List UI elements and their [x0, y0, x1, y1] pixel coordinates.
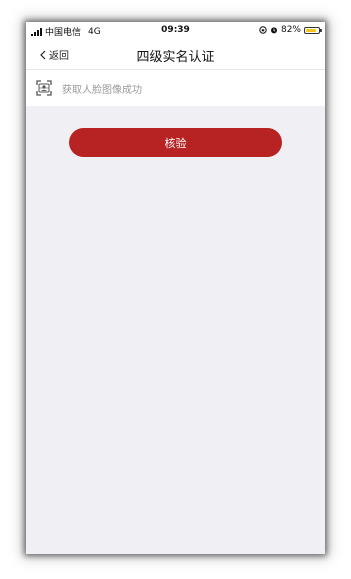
- status-right: 82%: [259, 25, 322, 35]
- nav-bar: 返回 四级实名认证: [26, 40, 325, 70]
- verify-button-label: 核验: [164, 136, 187, 150]
- phone-screen: 中国电信 4G 09:39 82% 返回 四级实名认证 获取人脸图像成功 核验: [26, 22, 325, 554]
- battery-icon: [304, 26, 322, 34]
- status-bar: 中国电信 4G 09:39 82%: [26, 22, 325, 40]
- battery-fill: [306, 28, 316, 32]
- face-capture-row: 获取人脸图像成功: [26, 70, 325, 106]
- orientation-lock-icon: [259, 26, 267, 34]
- face-scan-icon: [36, 80, 52, 96]
- alarm-icon: [270, 27, 277, 34]
- face-capture-status: 获取人脸图像成功: [62, 84, 142, 96]
- verify-button[interactable]: 核验: [69, 128, 282, 157]
- page-title: 四级实名认证: [136, 50, 215, 65]
- battery-percent: 82%: [280, 25, 301, 35]
